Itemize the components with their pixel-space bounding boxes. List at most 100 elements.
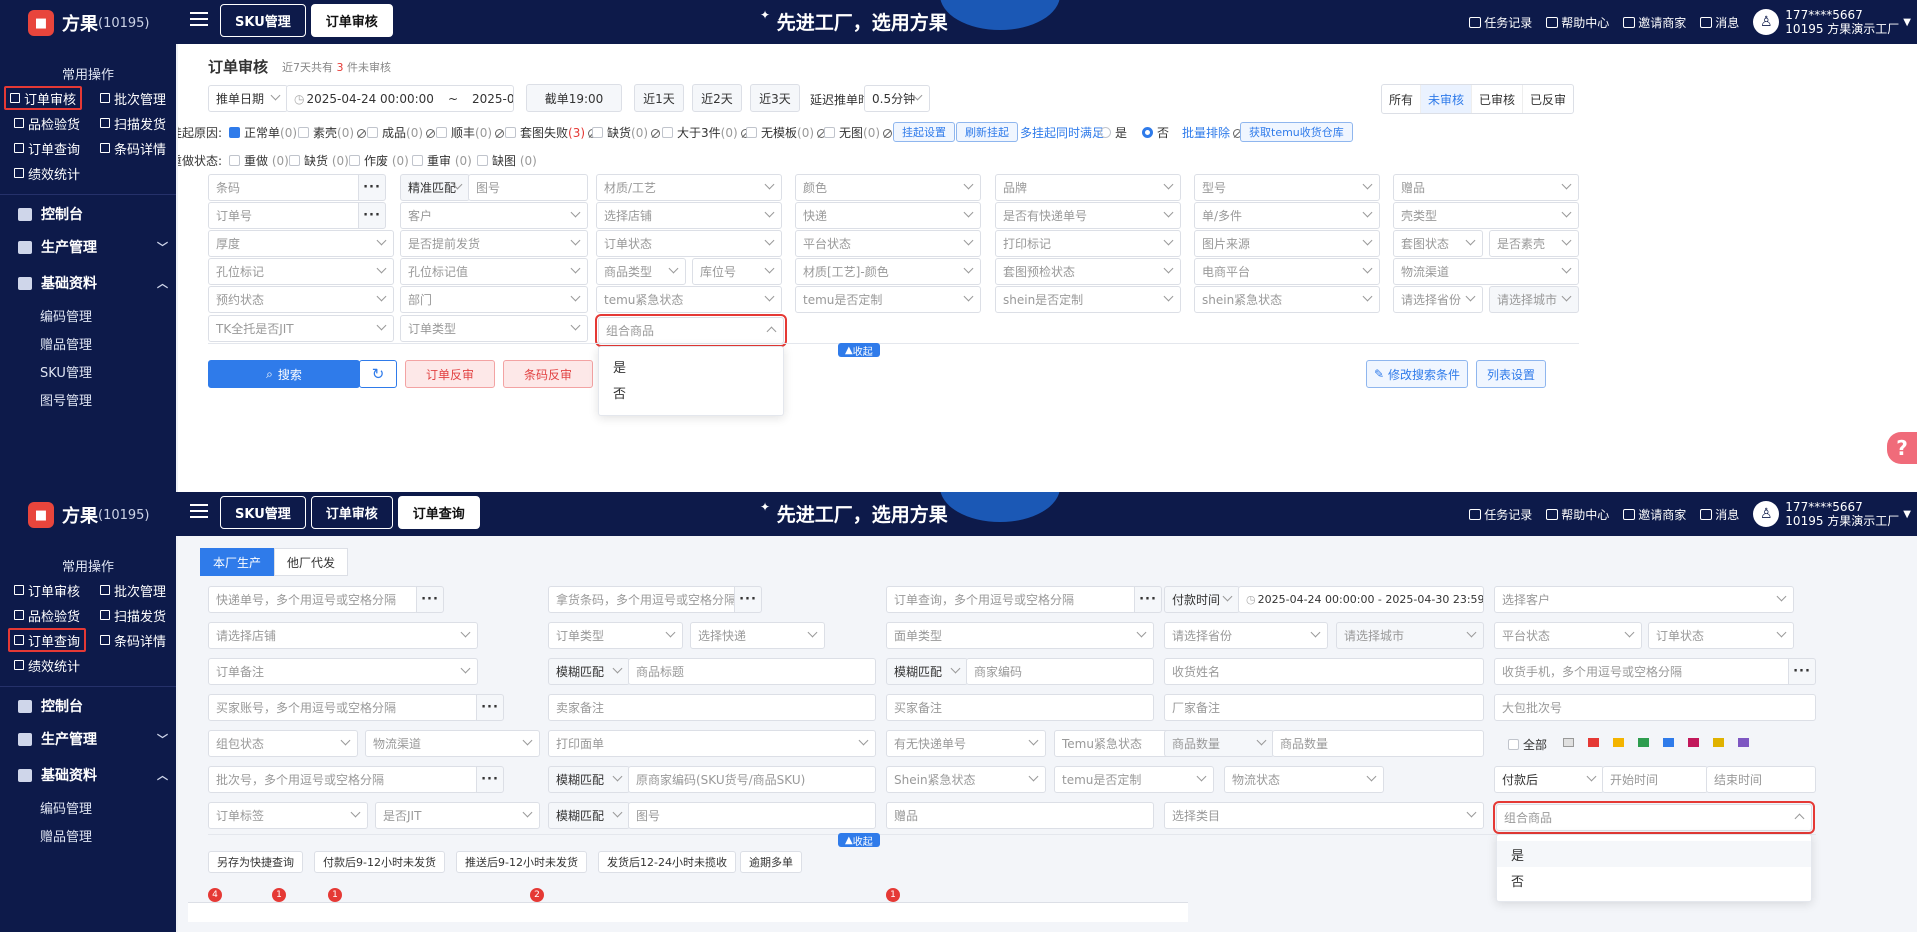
- red-flag-icon[interactable]: [1588, 738, 1599, 747]
- order-query-input[interactable]: 订单查询，多个用逗号或空格分隔: [886, 586, 1136, 613]
- province-select[interactable]: 请选择省份: [1393, 286, 1483, 313]
- blue-flag-icon[interactable]: [1663, 738, 1674, 747]
- pick-barcode-input[interactable]: 拿货条码，多个用逗号或空格分隔: [548, 586, 738, 613]
- seller-remark-input[interactable]: 卖家备注: [548, 694, 876, 721]
- quick-order-review[interactable]: 订单审核: [10, 578, 84, 602]
- save-quick-query-button[interactable]: 另存为快捷查询: [208, 851, 303, 873]
- date-range-picker[interactable]: ◷ 2025-04-24 00:00:00 - 2025-04-30 23:59:…: [1238, 586, 1484, 613]
- jit-select[interactable]: 是否JIT: [375, 802, 540, 829]
- ban-icon[interactable]: [495, 129, 505, 138]
- city-select[interactable]: 请选择城市: [1489, 286, 1579, 313]
- has-tracking-select[interactable]: 是否有快递单号: [995, 202, 1181, 229]
- temu-custom-select[interactable]: temu是否定制: [795, 286, 981, 313]
- redo-recheck[interactable]: 重审 (0): [412, 152, 472, 169]
- thickness-select[interactable]: 厚度: [208, 230, 394, 257]
- fuzzy-match-select[interactable]: 模糊匹配: [548, 658, 630, 685]
- tab-order-query[interactable]: 订单查询: [397, 496, 480, 529]
- quick-inspection[interactable]: 品检验货: [10, 603, 84, 627]
- hole-mark-select[interactable]: 孔位标记: [208, 258, 394, 285]
- sidebar-item-sku[interactable]: SKU管理: [40, 362, 92, 381]
- preview-status-select[interactable]: 套图预检状态: [995, 258, 1181, 285]
- sidebar-item-gift[interactable]: 赠品管理: [40, 826, 92, 845]
- more-dots-icon[interactable]: ···: [358, 202, 386, 229]
- multi-hang-no[interactable]: 否: [1138, 124, 1169, 141]
- seg-all[interactable]: 所有: [1382, 85, 1422, 113]
- bin-select[interactable]: 库位号: [692, 258, 782, 285]
- fuzzy-match-select[interactable]: 模糊匹配: [548, 766, 630, 793]
- avatar[interactable]: ♙: [1753, 501, 1780, 527]
- print-mark-select[interactable]: 打印标记: [995, 230, 1181, 257]
- order-tag-select[interactable]: 订单标签: [208, 802, 368, 829]
- category-select[interactable]: 选择类目: [1164, 802, 1484, 829]
- task-log-link[interactable]: 任务记录: [1469, 14, 1532, 31]
- option-yes[interactable]: 是: [1497, 841, 1811, 867]
- redo-redo[interactable]: 重做 (0): [229, 152, 289, 169]
- receiver-phone-input[interactable]: 收货手机，多个用逗号或空格分隔: [1494, 658, 1794, 685]
- shein-urgent-select[interactable]: shein紧急状态: [1194, 286, 1380, 313]
- help-center-link[interactable]: 帮助中心: [1546, 506, 1609, 523]
- logistics-status-select[interactable]: 物流状态: [1224, 766, 1384, 793]
- redo-stockout[interactable]: 缺货 (0): [289, 152, 349, 169]
- temu-custom-select[interactable]: temu是否定制: [1054, 766, 1214, 793]
- more-dots-icon[interactable]: ···: [358, 174, 386, 201]
- more-dots-icon[interactable]: ···: [476, 766, 504, 793]
- more-dots-icon[interactable]: ···: [734, 586, 762, 613]
- tracking-no-input[interactable]: 快递单号，多个用逗号或空格分隔: [208, 586, 418, 613]
- quick-barcode[interactable]: 条码详情: [96, 628, 170, 652]
- fuzzy-match-select[interactable]: 模糊匹配: [548, 802, 630, 829]
- collapse-toggle[interactable]: ▲ 收起: [838, 343, 880, 358]
- barcode-input[interactable]: 条码: [208, 174, 364, 201]
- option-no[interactable]: 否: [599, 379, 783, 405]
- date-type-select[interactable]: 推单日期: [208, 85, 288, 112]
- express-select[interactable]: 选择快递: [690, 622, 825, 649]
- orig-merchant-code-input[interactable]: 原商家编码(SKU货号/商品SKU): [628, 766, 876, 793]
- user-info[interactable]: 177****5667 10195 方果演示工厂: [1785, 8, 1899, 36]
- user-info[interactable]: 177****5667 10195 方果演示工厂: [1785, 500, 1899, 528]
- caret-down-icon[interactable]: ▼: [1903, 509, 1911, 520]
- gift-input[interactable]: 赠品: [886, 802, 1154, 829]
- messages-link[interactable]: 消息: [1700, 506, 1739, 523]
- last-3-days-button[interactable]: 近3天: [750, 84, 800, 112]
- image-source-select[interactable]: 图片来源: [1194, 230, 1380, 257]
- logistics-channel-select[interactable]: 物流渠道: [1393, 258, 1579, 285]
- quick-overdue-button[interactable]: 逾期多单: [740, 851, 802, 873]
- combo-goods-select[interactable]: 组合商品: [595, 314, 787, 347]
- nav-dashboard[interactable]: 控制台: [18, 696, 168, 716]
- quick-pushed-unshipped-button[interactable]: 推送后9-12小时未发货: [456, 851, 587, 873]
- nav-basic-data[interactable]: 基础资料 ︿: [18, 273, 168, 293]
- shein-custom-select[interactable]: shein是否定制: [995, 286, 1181, 313]
- receiver-name-input[interactable]: 收货姓名: [1164, 658, 1484, 685]
- factory-remark-input[interactable]: 厂家备注: [1164, 694, 1484, 721]
- qty-compare-select[interactable]: 商品数量: [1164, 730, 1274, 757]
- merchant-code-input[interactable]: 商家编码: [966, 658, 1154, 685]
- order-status-select[interactable]: 订单状态: [596, 230, 782, 257]
- goods-title-input[interactable]: 商品标题: [628, 658, 876, 685]
- hang-settings-button[interactable]: 挂起设置: [893, 122, 955, 142]
- yellow-flag-icon[interactable]: [1613, 738, 1624, 747]
- platform-status-select[interactable]: 平台状态: [1494, 622, 1642, 649]
- tab-sku[interactable]: SKU管理: [220, 4, 306, 37]
- nav-production[interactable]: 生产管理 ﹀: [18, 729, 168, 749]
- caret-down-icon[interactable]: ▼: [1903, 17, 1911, 28]
- app-logo[interactable]: ■ 方果 (10195): [28, 502, 150, 528]
- ban-icon[interactable]: [357, 129, 367, 138]
- quick-performance[interactable]: 绩效统计: [10, 653, 84, 677]
- quick-batch[interactable]: 批次管理: [96, 578, 170, 602]
- seg-reversed[interactable]: 已反审: [1523, 85, 1573, 113]
- seg-reviewed[interactable]: 已审核: [1472, 85, 1524, 113]
- cutoff-button[interactable]: 截单19:00: [526, 84, 622, 112]
- single-multi-select[interactable]: 单/多件: [1194, 202, 1380, 229]
- shein-urgent-select[interactable]: Shein紧急状态: [886, 766, 1046, 793]
- tab-other-factory[interactable]: 他厂代发: [274, 548, 349, 576]
- hang-plain-shell[interactable]: 素壳(0): [298, 124, 367, 141]
- hang-no-template[interactable]: 无模板(0): [746, 124, 827, 141]
- hang-sf[interactable]: 顺丰(0): [436, 124, 505, 141]
- hang-set-fail[interactable]: 套图失败(3): [505, 124, 598, 141]
- order-status-select[interactable]: 订单状态: [1648, 622, 1794, 649]
- end-time-input[interactable]: 结束时间: [1706, 766, 1816, 793]
- sheet-type-select[interactable]: 面单类型: [886, 622, 1154, 649]
- avatar[interactable]: ♙: [1753, 9, 1780, 35]
- sidebar-item-code[interactable]: 编码管理: [40, 798, 92, 817]
- pack-status-select[interactable]: 组包状态: [208, 730, 358, 757]
- select-all-flags[interactable]: 全部: [1508, 736, 1547, 753]
